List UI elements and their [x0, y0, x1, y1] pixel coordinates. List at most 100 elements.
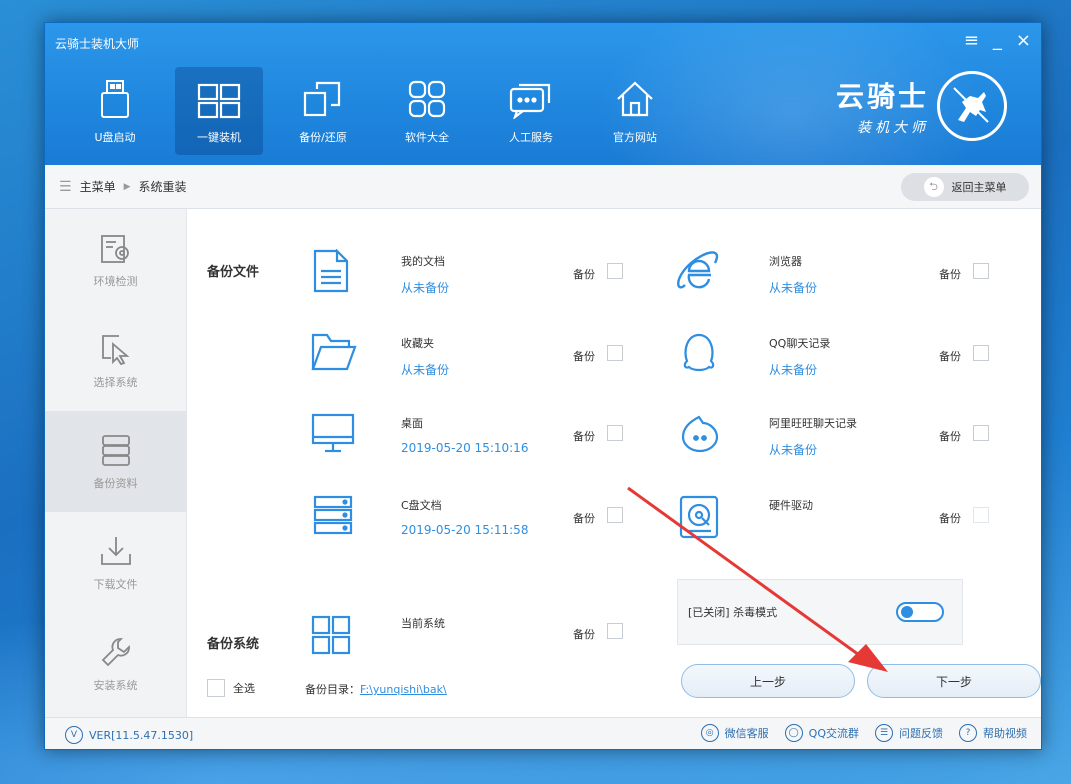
- item-name: 我的文档: [401, 255, 445, 268]
- nav-label: 软件大全: [405, 131, 449, 144]
- return-icon: ⮌: [923, 177, 944, 197]
- sidebar-label: 选择系统: [93, 375, 138, 389]
- select-all-label: 全选: [233, 682, 255, 695]
- breadcrumb-separator-icon: ▶: [123, 181, 131, 192]
- breadcrumb-current: 系统重装: [138, 180, 187, 194]
- brand-subtitle: 装机大师: [857, 120, 929, 136]
- nav-manual-service[interactable]: 人工服务: [487, 67, 575, 155]
- wechat-icon: ◎: [700, 724, 719, 742]
- item-name: 桌面: [401, 417, 423, 430]
- aliwangwang-icon: [681, 415, 719, 453]
- nav-label: 一键装机: [197, 131, 241, 144]
- back-to-menu-button[interactable]: ⮌ 返回主菜单: [901, 173, 1029, 201]
- nav-label: 人工服务: [509, 131, 553, 144]
- link-label: QQ交流群: [808, 727, 859, 740]
- backup-label: 备份: [573, 512, 595, 525]
- backup-checkbox-current-system[interactable]: [607, 623, 623, 639]
- sidebar-item-environment-check[interactable]: 环境检测: [45, 209, 186, 310]
- app-window: 云骑士装机大师 ≡ _ × U盘启动 一键装机 备份/还原 软件大全 人工服务 …: [44, 22, 1042, 750]
- window-controls: ≡ _ ×: [964, 31, 1031, 51]
- database-icon: [101, 434, 130, 466]
- nav-usb-boot[interactable]: U盘启动: [71, 67, 159, 155]
- breadcrumb-root[interactable]: 主菜单: [80, 178, 116, 195]
- version-info: V VER[11.5.47.1530]: [65, 726, 193, 744]
- sidebar-label: 安装系统: [93, 678, 138, 692]
- backup-label: 备份: [939, 350, 961, 363]
- qq-icon: ◯: [784, 724, 803, 742]
- app-header: 云骑士装机大师 ≡ _ × U盘启动 一键装机 备份/还原 软件大全 人工服务 …: [45, 23, 1041, 165]
- nav-label: 官方网站: [613, 131, 657, 144]
- item-name: 浏览器: [769, 255, 802, 268]
- antivirus-mode-panel: [已关闭] 杀毒模式: [677, 579, 963, 645]
- qq-group-link[interactable]: ◯ QQ交流群: [784, 724, 859, 742]
- item-status: 从未备份: [769, 363, 818, 377]
- download-icon: [100, 536, 131, 565]
- sidebar-item-download-files[interactable]: 下载文件: [45, 512, 186, 613]
- feedback-link[interactable]: ☰ 问题反馈: [875, 724, 943, 742]
- backup-checkbox-desktop[interactable]: [607, 425, 623, 441]
- brand: 云骑士 装机大师: [836, 71, 1007, 141]
- select-all-checkbox[interactable]: [207, 679, 225, 697]
- knight-logo-icon: [937, 71, 1007, 141]
- item-name: 硬件驱动: [769, 499, 813, 512]
- select-all: 全选: [207, 679, 255, 697]
- link-label: 问题反馈: [899, 727, 943, 740]
- usb-drive-icon: [101, 80, 129, 118]
- backup-checkbox-hardware-driver[interactable]: [973, 507, 989, 523]
- backup-checkbox-qq-chat[interactable]: [973, 345, 989, 361]
- nav-software[interactable]: 软件大全: [383, 67, 471, 155]
- backup-files-label: 备份文件: [207, 265, 260, 280]
- backup-label: 备份: [573, 430, 595, 443]
- item-name: QQ聊天记录: [769, 337, 831, 350]
- folder-icon: [311, 333, 357, 371]
- ie-browser-icon: [677, 251, 719, 289]
- item-status: 2019-05-20 15:11:58: [401, 523, 529, 537]
- sidebar-item-select-system[interactable]: 选择系统: [45, 310, 186, 411]
- next-step-button[interactable]: 下一步: [867, 664, 1041, 698]
- backup-checkbox-c-drive-docs[interactable]: [607, 507, 623, 523]
- version-icon: V: [65, 726, 83, 744]
- previous-step-button[interactable]: 上一步: [681, 664, 855, 698]
- support-links: ◎ 微信客服 ◯ QQ交流群 ☰ 问题反馈 ? 帮助视频: [700, 724, 1027, 742]
- feedback-icon: ☰: [875, 724, 893, 742]
- backup-checkbox-aliwangwang-chat[interactable]: [973, 425, 989, 441]
- antivirus-mode-text: [已关闭] 杀毒模式: [688, 606, 778, 619]
- backup-checkbox-favorites[interactable]: [607, 345, 623, 361]
- sidebar-item-backup-data[interactable]: 备份资料: [45, 411, 186, 512]
- minimize-icon[interactable]: _: [993, 31, 1002, 51]
- nav-one-click-install[interactable]: 一键装机: [175, 67, 263, 155]
- backup-label: 备份: [939, 268, 961, 281]
- breadcrumb: ☰ 主菜单 ▶ 系统重装 ⮌ 返回主菜单: [45, 165, 1041, 209]
- backup-label: 备份: [939, 512, 961, 525]
- steps-sidebar: 环境检测 选择系统 备份资料 下载文件 安装系统: [45, 209, 187, 717]
- backup-restore-icon: [303, 81, 341, 117]
- backup-label: 备份: [573, 350, 595, 363]
- list-icon: ☰: [59, 178, 72, 195]
- item-name: 阿里旺旺聊天记录: [769, 417, 857, 430]
- wrench-icon: [101, 637, 130, 666]
- close-icon[interactable]: ×: [1016, 31, 1031, 51]
- help-video-link[interactable]: ? 帮助视频: [959, 724, 1027, 742]
- help-icon: ?: [959, 724, 977, 742]
- item-status: 从未备份: [769, 443, 818, 457]
- backup-dir-link[interactable]: F:\yunqishi\bak\: [360, 683, 447, 696]
- backup-system-label: 备份系统: [207, 637, 260, 652]
- hardware-driver-icon: [679, 495, 719, 539]
- sidebar-label: 备份资料: [93, 476, 138, 490]
- link-label: 微信客服: [724, 727, 769, 740]
- nav-backup-restore[interactable]: 备份/还原: [279, 67, 367, 155]
- nav-official-site[interactable]: 官方网站: [591, 67, 679, 155]
- wechat-support-link[interactable]: ◎ 微信客服: [700, 724, 769, 742]
- qq-penguin-icon: [683, 333, 715, 372]
- item-status: 从未备份: [401, 363, 450, 377]
- antivirus-mode-toggle[interactable]: [896, 602, 944, 622]
- item-name: 收藏夹: [401, 337, 434, 350]
- chat-bubble-icon: [509, 83, 551, 119]
- toggle-knob: [901, 606, 913, 618]
- monitor-icon: [311, 413, 355, 453]
- nav-label: 备份/还原: [299, 131, 347, 144]
- menu-icon[interactable]: ≡: [964, 31, 979, 51]
- sidebar-item-install-system[interactable]: 安装系统: [45, 613, 186, 714]
- backup-checkbox-browser[interactable]: [973, 263, 989, 279]
- backup-checkbox-my-documents[interactable]: [607, 263, 623, 279]
